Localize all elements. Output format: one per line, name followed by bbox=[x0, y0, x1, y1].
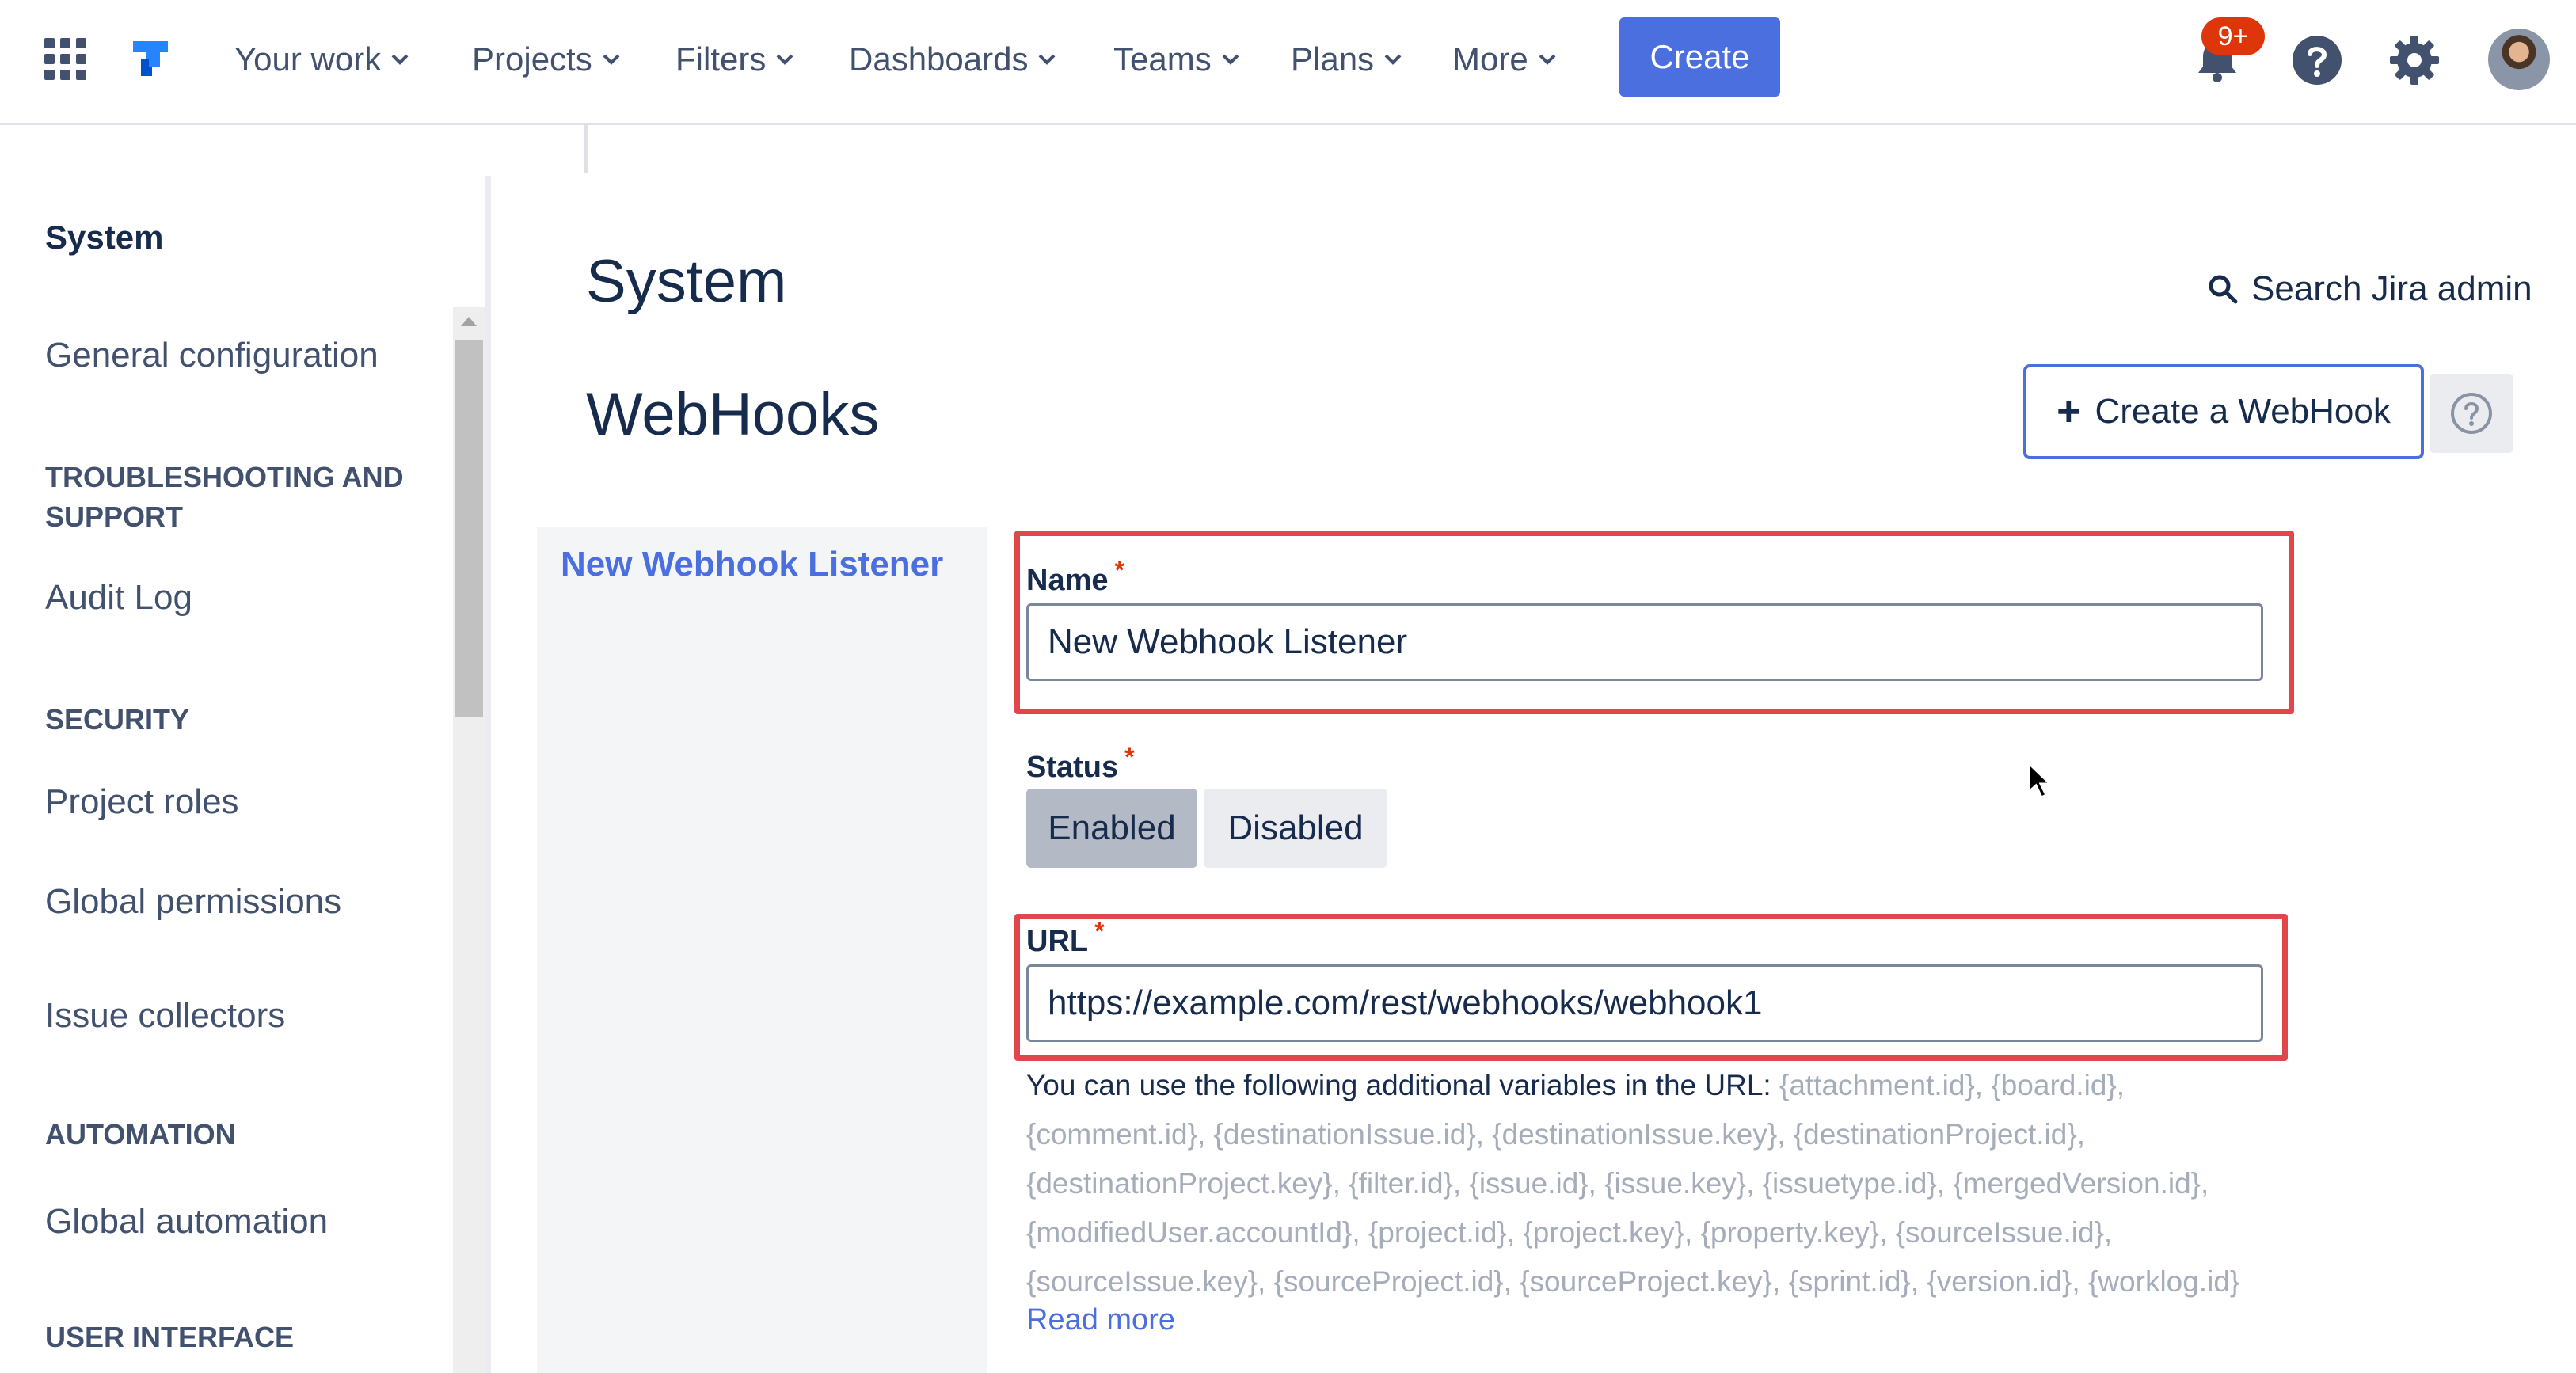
url-variables-list: {attachment.id}, {board.id}, {comment.id… bbox=[1026, 1069, 2240, 1298]
sidebar-title: System bbox=[45, 219, 164, 256]
webhook-listener-link[interactable]: New Webhook Listener bbox=[561, 545, 943, 584]
content-divider bbox=[584, 125, 588, 173]
nav-dashboards-label: Dashboards bbox=[849, 40, 1029, 78]
chevron-down-icon bbox=[1039, 54, 1056, 65]
search-jira-admin-link[interactable]: Search Jira admin bbox=[2207, 269, 2532, 309]
nav-your-work-label: Your work bbox=[234, 40, 382, 78]
status-label: Status * bbox=[1026, 743, 1135, 785]
page-title: WebHooks bbox=[586, 381, 880, 448]
url-help-prefix: You can use the following additional var… bbox=[1026, 1069, 1779, 1101]
search-icon bbox=[2209, 275, 2238, 304]
nav-your-work[interactable]: Your work bbox=[234, 36, 409, 82]
sidebar-item-global-automation[interactable]: Global automation bbox=[45, 1202, 328, 1242]
nav-filters[interactable]: Filters bbox=[675, 36, 794, 82]
scroll-up-arrow-icon[interactable] bbox=[461, 317, 477, 326]
nav-plans[interactable]: Plans bbox=[1291, 36, 1402, 82]
sidebar-item-issue-collectors[interactable]: Issue collectors bbox=[45, 996, 285, 1036]
create-button[interactable]: Create bbox=[1619, 17, 1780, 97]
nav-filters-label: Filters bbox=[675, 40, 767, 78]
url-help-text: You can use the following additional var… bbox=[1026, 1061, 2293, 1306]
chevron-down-icon bbox=[776, 54, 793, 65]
required-mark: * bbox=[1124, 743, 1135, 771]
sidebar-heading-security: SECURITY bbox=[45, 703, 190, 736]
sidebar-item-general-configuration[interactable]: General configuration bbox=[45, 336, 379, 375]
nav-plans-label: Plans bbox=[1291, 40, 1375, 78]
question-circle-icon bbox=[2451, 393, 2492, 434]
admin-sidebar bbox=[0, 125, 491, 1373]
help-icon[interactable] bbox=[2291, 34, 2343, 86]
read-more-link[interactable]: Read more bbox=[1026, 1303, 1175, 1337]
jira-logo-icon[interactable] bbox=[125, 35, 176, 86]
nav-more-label: More bbox=[1452, 40, 1528, 78]
sidebar-scrollbar-thumb[interactable] bbox=[455, 340, 483, 717]
webhook-help-button[interactable] bbox=[2430, 374, 2513, 453]
sidebar-divider bbox=[485, 176, 491, 1373]
sidebar-item-global-permissions[interactable]: Global permissions bbox=[45, 882, 341, 922]
nav-teams-label: Teams bbox=[1113, 40, 1212, 78]
sidebar-heading-user-interface: USER INTERFACE bbox=[45, 1321, 295, 1353]
top-navigation: Your work Projects Filters Dashboards Te… bbox=[0, 0, 2576, 125]
create-webhook-label: Create a WebHook bbox=[2095, 392, 2391, 431]
nav-more[interactable]: More bbox=[1452, 36, 1557, 82]
gear-icon[interactable] bbox=[2388, 34, 2441, 86]
highlight-box-name bbox=[1014, 531, 2294, 714]
plus-icon: + bbox=[2057, 389, 2081, 435]
chevron-down-icon bbox=[603, 54, 620, 65]
sidebar-item-audit-log[interactable]: Audit Log bbox=[45, 578, 192, 618]
mouse-pointer-icon bbox=[2027, 762, 2053, 800]
nav-teams[interactable]: Teams bbox=[1113, 36, 1240, 82]
chevron-down-icon bbox=[1222, 54, 1239, 65]
status-label-text: Status bbox=[1026, 751, 1119, 784]
nav-projects-label: Projects bbox=[472, 40, 592, 78]
status-enabled-button[interactable]: Enabled bbox=[1026, 789, 1197, 868]
section-title: System bbox=[586, 248, 787, 315]
sidebar-heading-automation: AUTOMATION bbox=[45, 1118, 236, 1151]
avatar[interactable] bbox=[2488, 29, 2550, 90]
nav-projects[interactable]: Projects bbox=[472, 36, 621, 82]
highlight-box-url bbox=[1014, 914, 2288, 1061]
search-jira-admin-label: Search Jira admin bbox=[2251, 269, 2532, 308]
sidebar-item-project-roles[interactable]: Project roles bbox=[45, 782, 239, 822]
webhook-list-panel bbox=[537, 527, 987, 1373]
apps-grid-icon[interactable] bbox=[44, 38, 87, 81]
chevron-down-icon bbox=[1539, 54, 1556, 65]
sidebar-heading-troubleshooting: TROUBLESHOOTING AND SUPPORT bbox=[45, 461, 404, 533]
chevron-down-icon bbox=[1384, 54, 1402, 65]
status-disabled-button[interactable]: Disabled bbox=[1204, 789, 1387, 868]
chevron-down-icon bbox=[391, 54, 409, 65]
nav-dashboards[interactable]: Dashboards bbox=[849, 36, 1056, 82]
notification-badge: 9+ bbox=[2201, 17, 2265, 55]
create-webhook-button[interactable]: + Create a WebHook bbox=[2023, 364, 2424, 459]
